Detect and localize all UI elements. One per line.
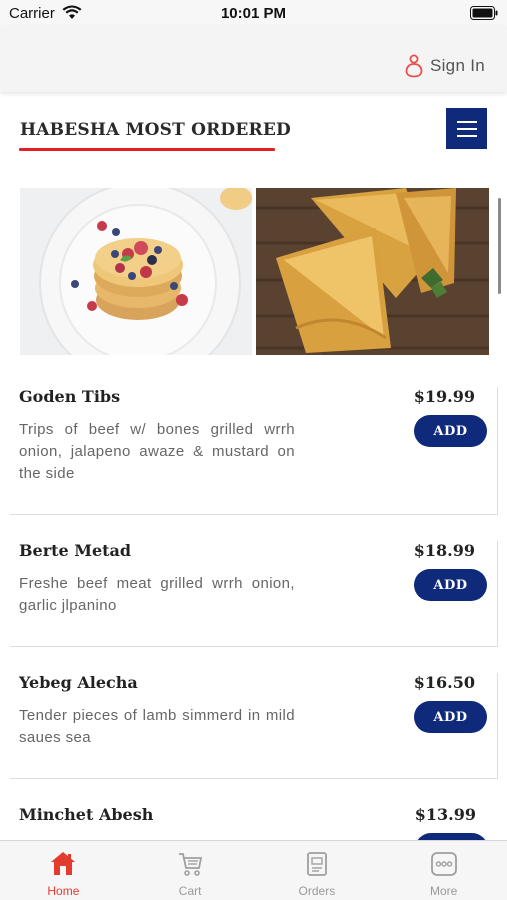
tab-label: Orders xyxy=(298,884,336,898)
featured-banner[interactable] xyxy=(20,188,489,355)
home-icon xyxy=(51,852,76,875)
menu-item[interactable]: Minchet Abesh $13.99 ADD xyxy=(10,805,498,865)
hamburger-line xyxy=(456,134,477,137)
item-name: Berte Metad xyxy=(19,541,132,560)
user-icon xyxy=(405,54,423,78)
menu-item[interactable]: Yebeg Alecha $16.50 Tender pieces of lam… xyxy=(10,673,498,779)
tab-label: Cart xyxy=(178,884,202,898)
section-header: HABESHA MOST ORDERED xyxy=(0,108,507,154)
tab-label: More xyxy=(429,884,458,898)
title-underline xyxy=(19,148,275,151)
sign-in-label: Sign In xyxy=(429,56,485,75)
hamburger-line xyxy=(456,120,477,123)
item-description: Tender pieces of lamb simmerd in mild sa… xyxy=(19,707,295,746)
item-name: Minchet Abesh xyxy=(19,805,154,824)
add-to-cart-button[interactable]: ADD xyxy=(414,569,487,601)
more-icon xyxy=(430,852,457,876)
add-to-cart-button[interactable]: ADD xyxy=(414,701,487,733)
tab-cart[interactable]: Cart xyxy=(127,841,254,900)
hamburger-line xyxy=(456,127,477,130)
pancakes-image xyxy=(20,188,252,355)
section-title: HABESHA MOST ORDERED xyxy=(20,120,291,140)
tab-orders[interactable]: Orders xyxy=(254,841,381,900)
tab-label: Home xyxy=(47,884,80,898)
sambusa-image xyxy=(256,188,489,355)
tab-more[interactable]: More xyxy=(380,841,507,900)
item-description: Freshe beef meat grilled wrrh onion, gar… xyxy=(19,575,295,614)
item-price: $19.99 xyxy=(413,387,475,406)
item-name: Goden Tibs xyxy=(19,387,121,406)
cart-icon xyxy=(179,853,203,876)
tab-home[interactable]: Home xyxy=(0,841,127,900)
status-time: 10:01 PM xyxy=(220,5,287,22)
item-price: $18.99 xyxy=(413,541,475,560)
sign-in-button[interactable]: Sign In xyxy=(405,54,485,78)
top-app-bar: Sign In xyxy=(0,26,507,92)
bottom-tab-bar: Home Cart Orders More xyxy=(0,840,507,900)
add-to-cart-button[interactable]: ADD xyxy=(414,415,487,447)
orders-icon xyxy=(306,852,327,876)
hamburger-menu-button[interactable] xyxy=(446,108,487,149)
item-price: $16.50 xyxy=(413,673,475,692)
status-bar: Carrier 10:01 PM xyxy=(0,0,507,26)
battery-icon xyxy=(470,6,498,20)
item-price: $13.99 xyxy=(414,805,476,824)
scrollbar[interactable] xyxy=(498,198,501,294)
item-name: Yebeg Alecha xyxy=(19,673,138,692)
item-description: Trips of beef w/ bones grilled wrrh onio… xyxy=(19,421,295,482)
menu-item[interactable]: Goden Tibs $19.99 Trips of beef w/ bones… xyxy=(10,387,498,515)
menu-item[interactable]: Berte Metad $18.99 Freshe beef meat gril… xyxy=(10,541,498,647)
